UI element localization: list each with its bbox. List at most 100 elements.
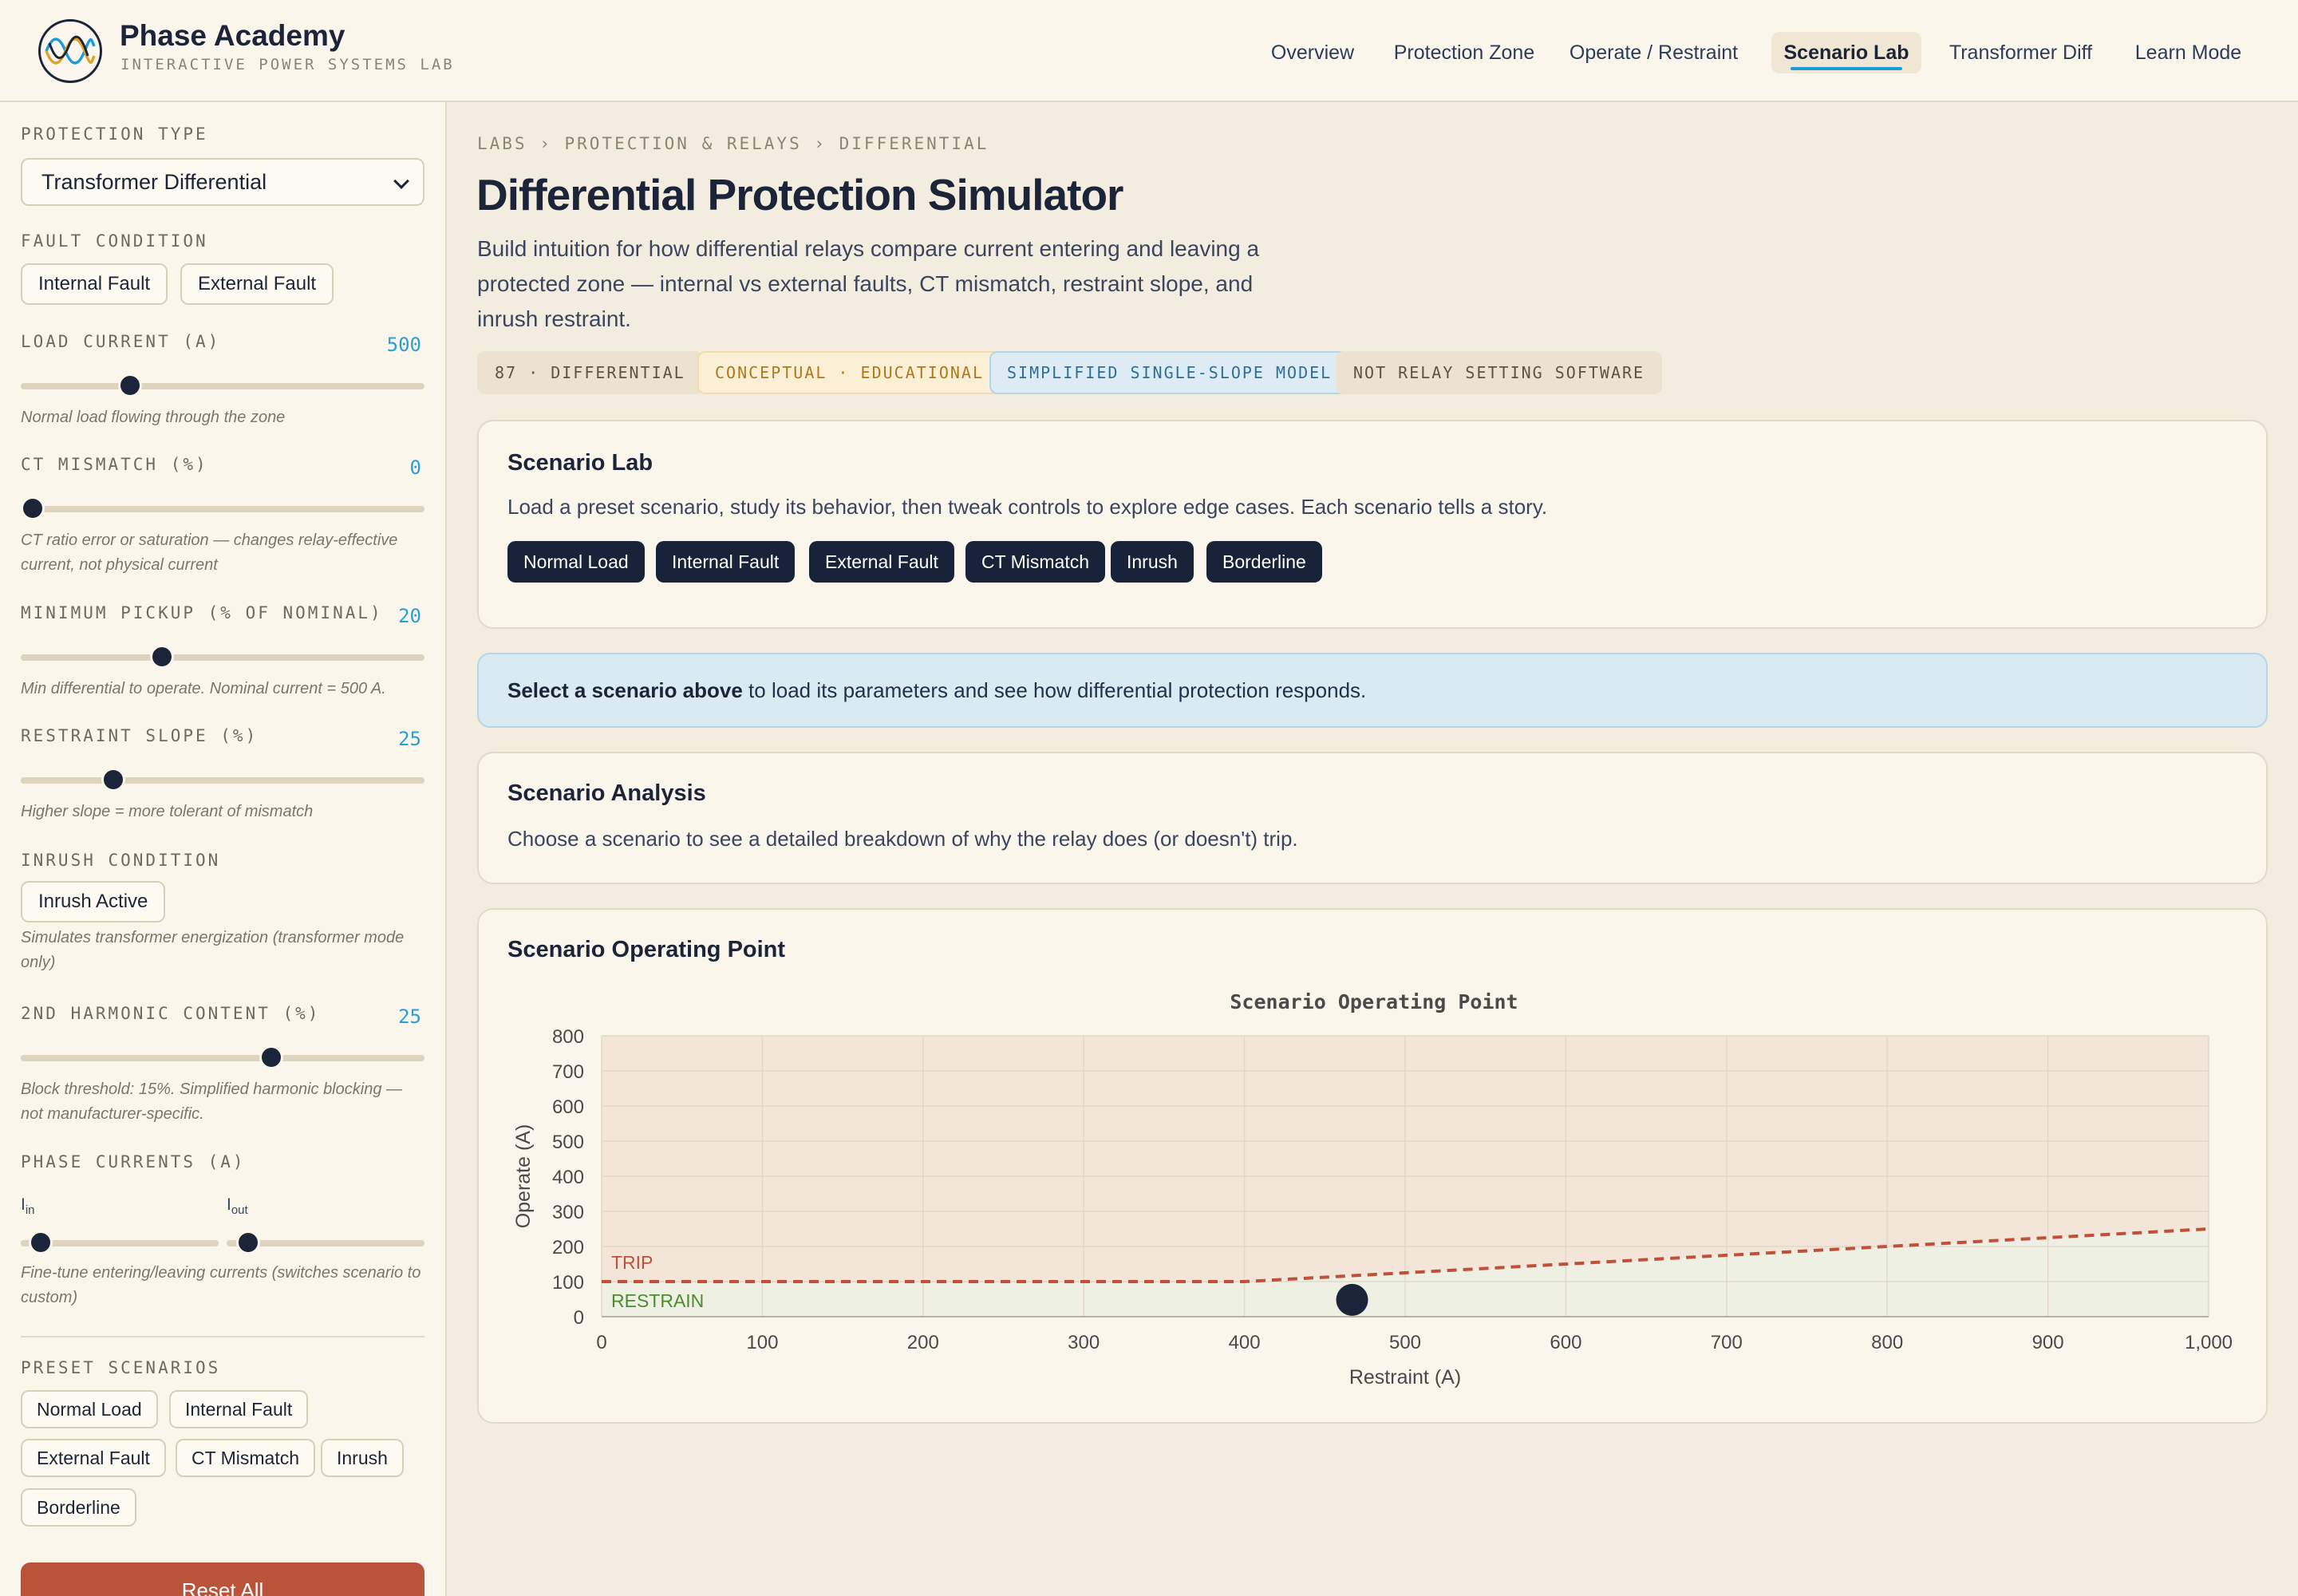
nav-learn-mode[interactable]: Learn Mode: [2122, 32, 2254, 73]
scenario-ct-mismatch-button[interactable]: CT Mismatch: [965, 541, 1106, 583]
protection-type-value: Transformer Differential: [41, 170, 267, 194]
load-current-slider[interactable]: [21, 373, 424, 397]
operating-point-card: Scenario Operating Point Scenario Operat…: [477, 908, 2268, 1424]
scenario-analysis-card: Scenario Analysis Choose a scenario to s…: [477, 752, 2268, 884]
phase-currents-hint: Fine-tune entering/leaving currents (swi…: [21, 1264, 421, 1306]
trip-region-label: TRIP: [611, 1252, 653, 1273]
preset-external-fault[interactable]: External Fault: [21, 1439, 166, 1477]
min-pickup-value: 20: [398, 605, 421, 627]
scenario-analysis-title: Scenario Analysis: [507, 780, 706, 806]
preset-internal-fault[interactable]: Internal Fault: [169, 1390, 309, 1428]
chevron-down-icon: [393, 173, 409, 189]
app-header: Phase Academy INTERACTIVE POWER SYSTEMS …: [0, 0, 2298, 102]
preset-inrush[interactable]: Inrush: [321, 1439, 404, 1477]
y-tick-label: 300: [552, 1202, 584, 1223]
operating-point-chart: Scenario Operating Point 0 100 200 300 400 50…: [512, 990, 2233, 1389]
restraint-slope-hint: Higher slope = more tolerant of mismatch: [21, 803, 314, 820]
x-tick-label: 600: [1550, 1332, 1581, 1353]
protection-type-label: PROTECTION TYPE: [21, 124, 208, 144]
scenario-external-fault-button[interactable]: External Fault: [809, 541, 954, 583]
slider-thumb[interactable]: [259, 1045, 283, 1069]
harmonic-label: 2ND HARMONIC CONTENT (%): [21, 1004, 321, 1023]
page-description: Build intuition for how differential rel…: [477, 236, 1260, 331]
banner-text: to load its parameters and see how diffe…: [742, 678, 1367, 702]
scenario-normal-load-button[interactable]: Normal Load: [507, 541, 645, 583]
x-tick-label: 700: [1711, 1332, 1743, 1353]
control-sidebar: PROTECTION TYPE Transformer Differential…: [0, 102, 447, 1596]
restrain-region-label: RESTRAIN: [611, 1290, 704, 1311]
min-pickup-slider[interactable]: [21, 645, 424, 669]
protection-type-select[interactable]: Transformer Differential: [21, 158, 424, 206]
restraint-slope-value: 25: [398, 728, 421, 750]
slider-thumb[interactable]: [21, 496, 45, 520]
fault-condition-label: FAULT CONDITION: [21, 231, 208, 251]
scenario-borderline-button[interactable]: Borderline: [1206, 541, 1322, 583]
page-title: Differential Protection Simulator: [476, 170, 1123, 219]
scenario-lab-card: Scenario Lab Load a preset scenario, stu…: [477, 420, 2268, 629]
nav-overview[interactable]: Overview: [1253, 32, 1372, 73]
nav-scenario-lab[interactable]: Scenario Lab: [1771, 32, 1921, 73]
harmonic-value: 25: [398, 1005, 421, 1028]
load-current-label: LOAD CURRENT (A): [21, 332, 221, 351]
scenario-inrush-button[interactable]: Inrush: [1111, 541, 1194, 583]
i-out-label: Iout: [227, 1195, 248, 1218]
ct-mismatch-label: CT MISMATCH (%): [21, 455, 208, 474]
i-out-slider[interactable]: [227, 1231, 424, 1254]
nav-transformer-diff[interactable]: Transformer Diff: [1935, 32, 2106, 73]
x-tick-label: 100: [746, 1332, 778, 1353]
brand-title: Phase Academy: [120, 19, 345, 52]
tag-not-relay-software: NOT RELAY SETTING SOFTWARE: [1336, 351, 1663, 394]
harmonic-hint: Block threshold: 15%. Simplified harmoni…: [21, 1080, 402, 1123]
brand-subtitle: INTERACTIVE POWER SYSTEMS LAB: [120, 56, 455, 73]
preset-borderline[interactable]: Borderline: [21, 1488, 136, 1527]
slider-thumb[interactable]: [117, 373, 142, 397]
y-tick-label: 700: [552, 1061, 584, 1083]
ct-mismatch-value: 0: [409, 456, 421, 479]
breadcrumb: LABS › PROTECTION & RELAYS › DIFFERENTIA…: [477, 134, 989, 153]
preset-ct-mismatch[interactable]: CT Mismatch: [176, 1439, 316, 1477]
nav-protection-zone[interactable]: Protection Zone: [1384, 32, 1544, 73]
x-tick-label: 500: [1389, 1332, 1421, 1353]
x-tick-label: 1,000: [2185, 1332, 2233, 1353]
x-tick-label: 800: [1871, 1332, 1903, 1353]
x-tick-label: 400: [1229, 1332, 1261, 1353]
tag-differential: 87 · DIFFERENTIAL: [477, 351, 703, 394]
operating-point-title: Scenario Operating Point: [507, 937, 786, 962]
chart-title: Scenario Operating Point: [1230, 990, 1518, 1013]
i-in-slider[interactable]: [21, 1231, 219, 1254]
slider-thumb[interactable]: [236, 1231, 261, 1254]
tag-conceptual: CONCEPTUAL · EDUCATIONAL: [697, 351, 1001, 394]
y-tick-label: 200: [552, 1237, 584, 1258]
restraint-slope-label: RESTRAINT SLOPE (%): [21, 726, 259, 745]
y-tick-label: 0: [574, 1307, 584, 1329]
reset-all-button[interactable]: Reset All: [21, 1562, 424, 1596]
slider-thumb[interactable]: [28, 1231, 53, 1254]
harmonic-slider[interactable]: [21, 1045, 424, 1069]
internal-fault-toggle[interactable]: Internal Fault: [21, 263, 168, 305]
preset-normal-load[interactable]: Normal Load: [21, 1390, 158, 1428]
external-fault-toggle[interactable]: External Fault: [180, 263, 334, 305]
sine-wave-logo-icon[interactable]: [38, 19, 102, 83]
min-pickup-hint: Min differential to operate. Nominal cur…: [21, 680, 386, 697]
banner-bold-text: Select a scenario above: [507, 678, 743, 702]
x-axis-label: Restraint (A): [1349, 1366, 1461, 1389]
scenario-internal-fault-button[interactable]: Internal Fault: [656, 541, 796, 583]
slider-thumb[interactable]: [101, 768, 126, 792]
restraint-slope-slider[interactable]: [21, 768, 424, 792]
inrush-label: INRUSH CONDITION: [21, 851, 221, 870]
load-current-hint: Normal load flowing through the zone: [21, 409, 286, 426]
y-tick-label: 400: [552, 1167, 584, 1188]
y-tick-label: 800: [552, 1026, 584, 1048]
tag-simplified-model: SIMPLIFIED SINGLE-SLOPE MODEL: [989, 351, 1350, 394]
scenario-lab-text: Load a preset scenario, study its behavi…: [507, 495, 1548, 519]
y-axis-label: Operate (A): [512, 1124, 535, 1229]
x-tick-label: 0: [596, 1332, 606, 1353]
ct-mismatch-slider[interactable]: [21, 496, 424, 520]
y-tick-label: 100: [552, 1272, 584, 1294]
slider-thumb[interactable]: [150, 645, 175, 669]
scenario-analysis-text: Choose a scenario to see a detailed brea…: [507, 827, 1298, 851]
inrush-active-toggle[interactable]: Inrush Active: [21, 881, 166, 922]
nav-operate-restraint[interactable]: Operate / Restraint: [1560, 32, 1747, 73]
x-tick-label: 900: [2032, 1332, 2064, 1353]
x-tick-label: 200: [907, 1332, 939, 1353]
